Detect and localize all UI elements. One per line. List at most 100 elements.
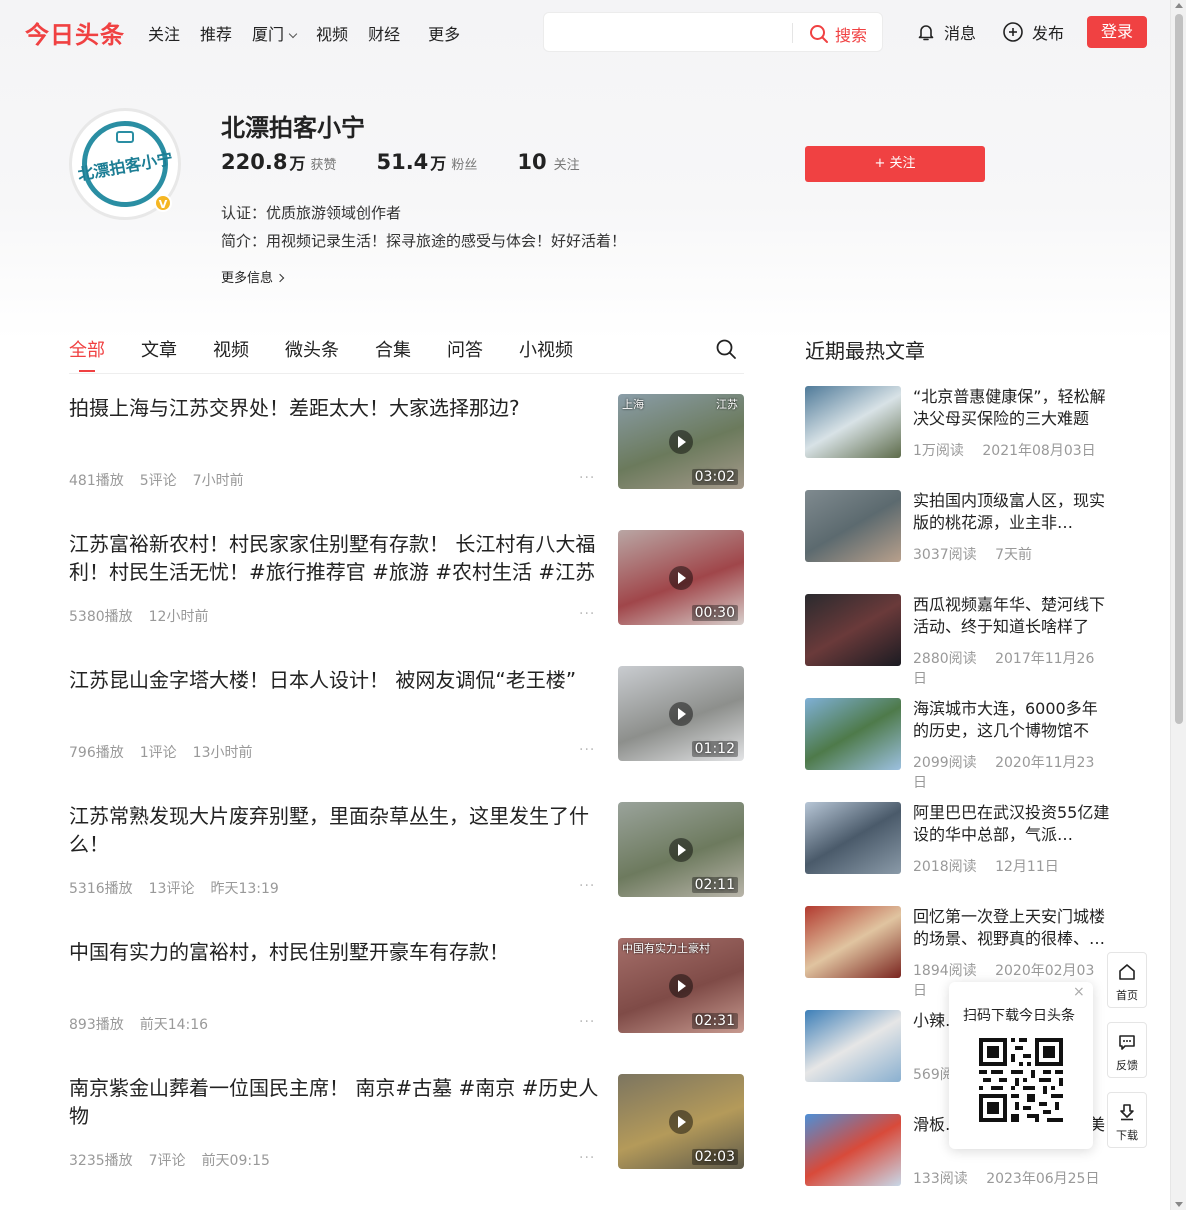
feed-item: 中国有实力的富裕村，村民住别墅开豪车有存款！ 893播放 前天14:16 ··· …: [69, 938, 744, 1034]
feed-item-title[interactable]: 南京紫金山葬着一位国民主席！ 南京#古墓 #南京 #历史人物: [69, 1074, 599, 1130]
hot-article-image[interactable]: [805, 698, 901, 770]
hot-article-meta: 2099阅读 2020年11月23日: [913, 752, 1115, 792]
tab-articles[interactable]: 文章: [141, 336, 177, 362]
video-thumbnail[interactable]: 02:03: [618, 1074, 744, 1169]
feed-item-title[interactable]: 江苏昆山金字塔大楼！日本人设计！ 被网友调侃“老王楼”: [69, 666, 599, 694]
tab-qa[interactable]: 问答: [447, 336, 483, 362]
tab-all[interactable]: 全部: [69, 336, 105, 372]
scroll-down-arrow-icon[interactable]: [1175, 1202, 1183, 1207]
hot-article-reads: 2880阅读: [913, 651, 977, 667]
hot-article-item: 回忆第一次登上天安门城楼的场景、视野真的很棒、… 1894阅读 2020年02月…: [805, 906, 1115, 999]
hot-article-meta: 133阅读 2023年06月25日: [913, 1168, 1113, 1188]
top-header: 今日头条 关注 推荐 厦门 视频 财经 更多 搜索 消息 发布 登录: [0, 0, 1170, 64]
more-options-icon[interactable]: ···: [579, 878, 595, 894]
float-feedback-label: 反馈: [1116, 1059, 1138, 1072]
nav-item-recommend[interactable]: 推荐: [200, 21, 232, 45]
float-home-button[interactable]: 首页: [1107, 952, 1147, 1008]
stat-label: 获赞: [310, 158, 337, 173]
feed-meta-value: 481播放: [69, 473, 124, 489]
feed-item-meta: 481播放 5评论 7小时前: [69, 470, 260, 490]
thumbnail-overlay-text: 中国有实力土豪村: [622, 942, 710, 955]
qr-download-popup: × 扫码下载今日头条: [949, 982, 1093, 1149]
hot-article-image[interactable]: [805, 490, 901, 562]
float-feedback-button[interactable]: 反馈: [1107, 1022, 1147, 1078]
more-options-icon[interactable]: ···: [579, 606, 595, 622]
tab-divider: [69, 373, 744, 374]
profile-name: 北漂拍客小宁: [221, 114, 365, 142]
feed-meta-value: 1评论: [139, 745, 177, 761]
close-icon[interactable]: ×: [1073, 984, 1085, 1000]
video-thumbnail[interactable]: 中国有实力土豪村 02:31: [618, 938, 744, 1033]
stat-likes: 220.8 万 获赞: [221, 150, 336, 174]
video-thumbnail[interactable]: 01:12: [618, 666, 744, 761]
nav-item-finance[interactable]: 财经: [368, 21, 400, 45]
hot-article-image[interactable]: [805, 386, 901, 458]
search-input[interactable]: [554, 21, 789, 43]
hot-article-title[interactable]: 西瓜视频嘉年华、楚河线下活动、终于知道长啥样了: [913, 594, 1113, 638]
feed-item-title[interactable]: 江苏常熟发现大片废弃别墅，里面杂草丛生，这里发生了什么！: [69, 802, 599, 858]
feed-meta-value: 5评论: [139, 473, 177, 489]
feed-meta-value: 7评论: [148, 1153, 186, 1169]
scroll-up-arrow-icon[interactable]: [1175, 3, 1183, 8]
stat-fans[interactable]: 51.4 万 粉丝: [376, 150, 477, 174]
feed-meta-value: 796播放: [69, 745, 124, 761]
tab-videos[interactable]: 视频: [213, 336, 249, 362]
hot-article-image[interactable]: [805, 1010, 901, 1082]
feed-meta-value: 3235播放: [69, 1153, 133, 1169]
hot-article-title[interactable]: “北京普惠健康保”，轻松解决父母买保险的三大难题: [913, 386, 1113, 430]
feed-item-meta: 3235播放 7评论 前天09:15: [69, 1150, 286, 1170]
hot-article-image[interactable]: [805, 802, 901, 874]
video-duration: 02:11: [691, 877, 738, 893]
search-button[interactable]: 搜索: [809, 22, 867, 46]
verified-badge: V: [154, 194, 172, 212]
nav-item-more[interactable]: 更多: [428, 21, 460, 45]
hot-article-title[interactable]: 回忆第一次登上天安门城楼的场景、视野真的很棒、…: [913, 906, 1113, 950]
avatar-emblem: [116, 131, 134, 143]
tab-collections[interactable]: 合集: [375, 336, 411, 362]
hot-article-item: 阿里巴巴在武汉投资55亿建设的华中总部，气派… 2018阅读 12月11日: [805, 802, 1115, 875]
hot-article-date: 2023年06月25日: [986, 1171, 1100, 1187]
video-thumbnail[interactable]: 00:30: [618, 530, 744, 625]
feed-meta-value: 5316播放: [69, 881, 133, 897]
messages-label: 消息: [944, 24, 977, 43]
hot-article-title[interactable]: 阿里巴巴在武汉投资55亿建设的华中总部，气派…: [913, 802, 1113, 846]
hot-article-reads: 2018阅读: [913, 859, 977, 875]
video-thumbnail[interactable]: 上海 江苏 03:02: [618, 394, 744, 489]
nav-item-city[interactable]: 厦门: [252, 21, 298, 45]
hot-article-image[interactable]: [805, 1114, 901, 1186]
stat-value: 51.4: [376, 150, 429, 174]
scrollbar-thumb[interactable]: [1175, 14, 1183, 724]
publish-button[interactable]: 发布: [1002, 20, 1064, 44]
nav-item-video[interactable]: 视频: [316, 21, 348, 45]
hot-article-title[interactable]: 海滨城市大连，6000多年的历史，这几个博物馆不能…: [913, 698, 1113, 742]
stat-following[interactable]: 10 关注: [517, 150, 579, 174]
more-info-link[interactable]: 更多信息: [221, 267, 285, 286]
follow-button[interactable]: + 关注: [805, 146, 985, 182]
tab-short-videos[interactable]: 小视频: [519, 336, 573, 362]
tab-micro[interactable]: 微头条: [285, 336, 339, 362]
hot-article-item: “北京普惠健康保”，轻松解决父母买保险的三大难题 1万阅读 2021年08月03…: [805, 386, 1115, 459]
feed-meta-value: 7小时前: [192, 473, 244, 489]
search-button-label: 搜索: [835, 26, 868, 45]
messages-button[interactable]: 消息: [916, 20, 976, 44]
video-duration: 02:03: [691, 1149, 738, 1165]
page-scrollbar[interactable]: [1170, 0, 1186, 1210]
more-options-icon[interactable]: ···: [579, 470, 595, 486]
hot-article-reads: 2099阅读: [913, 755, 977, 771]
nav-item-follow[interactable]: 关注: [148, 21, 180, 45]
feed-item-title[interactable]: 拍摄上海与江苏交界处！差距太大！大家选择那边?: [69, 394, 599, 422]
more-options-icon[interactable]: ···: [579, 1150, 595, 1166]
site-logo[interactable]: 今日头条: [25, 15, 125, 50]
hot-article-image[interactable]: [805, 594, 901, 666]
hot-article-image[interactable]: [805, 906, 901, 978]
feed-item-title[interactable]: 中国有实力的富裕村，村民住别墅开豪车有存款！: [69, 938, 599, 966]
video-thumbnail[interactable]: 02:11: [618, 802, 744, 897]
tab-search-button[interactable]: [715, 338, 737, 364]
more-options-icon[interactable]: ···: [579, 1014, 595, 1030]
login-button[interactable]: 登录: [1087, 16, 1147, 48]
more-options-icon[interactable]: ···: [579, 742, 595, 758]
hot-article-title[interactable]: 实拍国内顶级富人区，现实版的桃花源，业主非…: [913, 490, 1113, 534]
feed-item: 江苏昆山金字塔大楼！日本人设计！ 被网友调侃“老王楼” 796播放 1评论 13小时…: [69, 666, 744, 762]
float-download-button[interactable]: 下载: [1107, 1092, 1147, 1148]
feed-item-title[interactable]: 江苏富裕新农村！村民家家住别墅有存款！ 长江村有八大福利！村民生活无忧！#旅行推…: [69, 530, 599, 586]
